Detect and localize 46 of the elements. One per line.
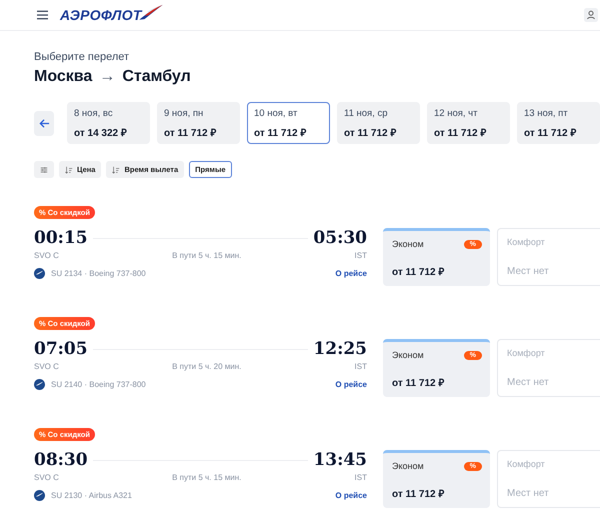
date-tab[interactable]: 10 ноя, вт от 11 712 ₽ (247, 102, 330, 144)
arrival-time: 05:30 (313, 228, 367, 248)
arrival-airport: IST (354, 362, 367, 371)
origin-city: Москва (34, 68, 92, 86)
fare-card: Комфорт Мест нет (497, 228, 600, 286)
route-arrow: → (99, 68, 116, 86)
back-button[interactable] (34, 110, 54, 136)
flight-duration: В пути 5 ч. 20 мин. (172, 362, 242, 371)
arrival-time: 13:45 (313, 450, 367, 470)
departure-airport: SVO C (34, 362, 59, 371)
filter-settings-button[interactable] (34, 161, 54, 178)
airline-logo-icon (34, 268, 45, 279)
arrival-airport: IST (354, 473, 367, 482)
departure-time: 00:15 (34, 228, 88, 248)
flight-duration: В пути 5 ч. 15 мин. (172, 251, 242, 260)
sliders-icon (40, 166, 48, 174)
date-tab[interactable]: 8 ноя, вс от 14 322 ₽ (67, 102, 150, 144)
date-tab[interactable]: 12 ноя, чт от 11 712 ₽ (427, 102, 510, 144)
flight-details-link[interactable]: О рейсе (335, 491, 367, 500)
flight-details-link[interactable]: О рейсе (335, 269, 367, 278)
arrow-left-icon (38, 118, 50, 128)
fare-card: Комфорт Мест нет (497, 339, 600, 397)
destination-city: Стамбул (122, 68, 191, 86)
departure-airport: SVO C (34, 251, 59, 260)
arrival-time: 12:25 (313, 339, 367, 359)
menu-icon[interactable] (37, 10, 48, 20)
flight-details-link[interactable]: О рейсе (335, 380, 367, 389)
flight-number: SU 2140 · Boeing 737-800 (51, 380, 146, 389)
page-subtitle: Выберите перелет (34, 51, 130, 63)
sort-icon (112, 166, 120, 174)
flight-duration: В пути 5 ч. 15 мин. (172, 473, 242, 482)
sort-icon (65, 166, 73, 174)
date-tab[interactable]: 9 ноя, пн от 11 712 ₽ (157, 102, 240, 144)
arrival-airport: IST (354, 251, 367, 260)
date-tab[interactable]: 13 ноя, пт от 11 712 ₽ (517, 102, 600, 144)
airline-logo-icon (34, 490, 45, 501)
flight-number: SU 2134 · Boeing 737-800 (51, 269, 146, 278)
logo-text[interactable]: АЭРОФЛОТ (60, 7, 142, 23)
user-icon[interactable] (584, 8, 598, 22)
departure-airport: SVO C (34, 473, 59, 482)
flight-number: SU 2130 · Airbus A321 (51, 491, 132, 500)
departure-time: 08:30 (34, 450, 88, 470)
fare-card: Комфорт Мест нет (497, 450, 600, 508)
airline-logo-icon (34, 379, 45, 390)
departure-time: 07:05 (34, 339, 88, 359)
date-tab[interactable]: 11 ноя, ср от 11 712 ₽ (337, 102, 420, 144)
